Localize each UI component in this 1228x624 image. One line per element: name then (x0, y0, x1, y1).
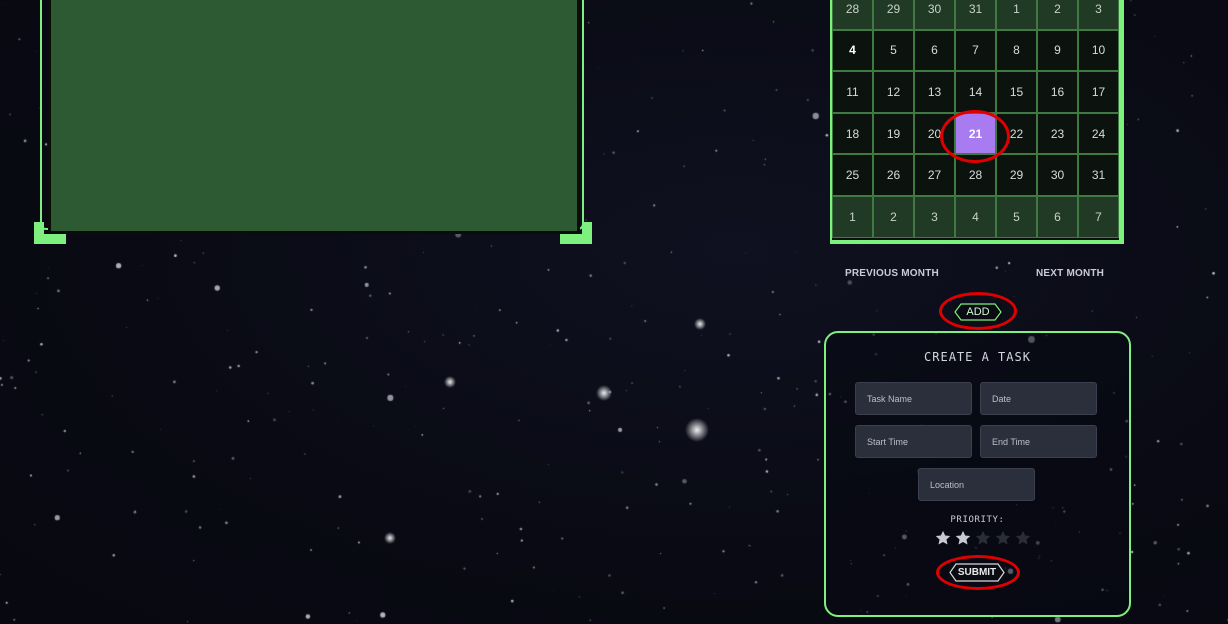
calendar-day[interactable]: 22 (996, 112, 1037, 155)
calendar-day[interactable]: 25 (832, 154, 873, 196)
date-input[interactable] (980, 382, 1097, 415)
calendar-day[interactable]: 29 (873, 0, 914, 30)
calendar-day[interactable]: 10 (1078, 29, 1119, 72)
calendar-day[interactable]: 19 (873, 112, 914, 155)
calendar-day[interactable]: 28 (832, 0, 873, 30)
calendar-day[interactable]: 3 (1078, 0, 1119, 30)
calendar-day[interactable]: 6 (914, 29, 955, 72)
priority-rating (934, 529, 1032, 547)
calendar-day[interactable]: 16 (1037, 71, 1078, 113)
star-icon[interactable] (934, 529, 952, 547)
calendar-day[interactable]: 27 (914, 154, 955, 196)
star-icon[interactable] (954, 529, 972, 547)
calendar-day[interactable]: 18 (832, 112, 873, 155)
calendar-day[interactable]: 31 (955, 0, 996, 30)
calendar-day[interactable]: 17 (1078, 71, 1119, 113)
calendar-day[interactable]: 24 (1078, 112, 1119, 155)
submit-button[interactable]: SUBMIT (949, 563, 1005, 582)
calendar-day[interactable]: 29 (996, 154, 1037, 196)
add-button-label: ADD (966, 306, 990, 318)
calendar-day[interactable]: 30 (914, 0, 955, 30)
calendar: 28 29 30 31 1 2 3 4 5 6 7 8 9 10 11 12 13 14 15 16 17 18 19 20 2… (830, 0, 1124, 244)
star-icon[interactable] (1014, 529, 1032, 547)
calendar-day[interactable]: 2 (1037, 0, 1078, 30)
calendar-day[interactable]: 3 (914, 195, 955, 238)
calendar-day[interactable]: 11 (832, 71, 873, 113)
star-icon[interactable] (974, 529, 992, 547)
previous-month-button[interactable]: PREVIOUS MONTH (845, 268, 939, 279)
calendar-day[interactable]: 26 (873, 154, 914, 196)
calendar-day[interactable]: 4 (955, 195, 996, 238)
calendar-day[interactable]: 8 (996, 29, 1037, 72)
calendar-day[interactable]: 28 (955, 154, 996, 196)
calendar-day[interactable]: 1 (832, 195, 873, 238)
calendar-day[interactable]: 5 (873, 29, 914, 72)
calendar-day[interactable]: 20 (914, 112, 955, 155)
calendar-day[interactable]: 7 (955, 29, 996, 72)
priority-label: PRIORITY: (950, 515, 1005, 525)
calendar-day[interactable]: 6 (1037, 195, 1078, 238)
calendar-day[interactable]: 30 (1037, 154, 1078, 196)
end-time-input[interactable] (980, 425, 1097, 458)
task-name-input[interactable] (855, 382, 972, 415)
calendar-day[interactable]: 1 (996, 0, 1037, 30)
calendar-day[interactable]: 15 (996, 71, 1037, 113)
calendar-day[interactable]: 13 (914, 71, 955, 113)
calendar-day[interactable]: 23 (1037, 112, 1078, 155)
star-icon[interactable] (994, 529, 1012, 547)
calendar-day[interactable]: 7 (1078, 195, 1119, 238)
start-time-input[interactable] (855, 425, 972, 458)
submit-button-label: SUBMIT (957, 567, 997, 578)
create-task-title: CREATE A TASK (924, 350, 1031, 364)
app-background: 28 29 30 31 1 2 3 4 5 6 7 8 9 10 11 12 13 14 15 16 17 18 19 20 2… (0, 0, 1228, 624)
calendar-day[interactable]: 2 (873, 195, 914, 238)
calendar-day[interactable]: 14 (955, 71, 996, 113)
next-month-button[interactable]: NEXT MONTH (1036, 268, 1104, 279)
location-input[interactable] (918, 468, 1035, 501)
calendar-day[interactable]: 12 (873, 71, 914, 113)
calendar-grid: 28 29 30 31 1 2 3 4 5 6 7 8 9 10 11 12 13 14 15 16 17 18 19 20 2… (832, 0, 1119, 240)
calendar-day[interactable]: 31 (1078, 154, 1119, 196)
display-panel-screen (48, 0, 580, 234)
calendar-day-selected[interactable]: 21 (955, 112, 996, 155)
calendar-day[interactable]: 5 (996, 195, 1037, 238)
calendar-day[interactable]: 9 (1037, 29, 1078, 72)
display-panel (34, 0, 592, 246)
add-button[interactable]: ADD (954, 303, 1002, 321)
calendar-day-today[interactable]: 4 (832, 29, 873, 72)
